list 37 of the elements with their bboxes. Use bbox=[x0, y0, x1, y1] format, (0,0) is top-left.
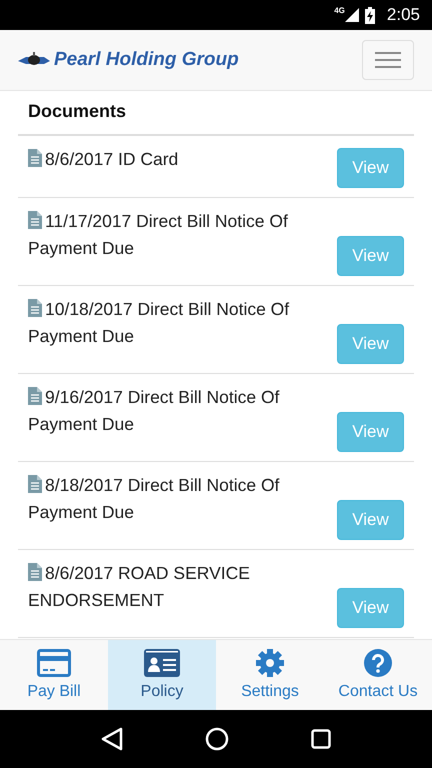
section-title: Documents bbox=[18, 91, 414, 136]
document-icon bbox=[28, 211, 42, 229]
menu-button[interactable] bbox=[362, 40, 414, 80]
brand-name: Pearl Holding Group bbox=[54, 49, 239, 71]
logo-icon bbox=[18, 52, 50, 68]
view-button[interactable]: View bbox=[337, 324, 404, 364]
tab[interactable]: Policy bbox=[108, 640, 216, 710]
signal-icon bbox=[344, 8, 359, 22]
document-icon bbox=[28, 299, 42, 317]
document-icon bbox=[28, 475, 42, 493]
document-title: 10/18/2017 Direct Bill Notice Of Payment Due bbox=[28, 298, 290, 348]
settings-icon bbox=[256, 649, 284, 677]
clock-time: 2:05 bbox=[386, 5, 420, 25]
document-title: 8/6/2017 ID Card bbox=[28, 146, 333, 188]
home-icon[interactable] bbox=[205, 727, 229, 751]
battery-icon bbox=[364, 6, 375, 24]
document-icon bbox=[28, 149, 42, 167]
document-title: 8/6/2017 ROAD SERVICE ENDORSEMENT bbox=[28, 562, 251, 612]
help-icon bbox=[364, 649, 392, 677]
document-title: 9/16/2017 Direct Bill Notice Of Payment Due bbox=[28, 386, 280, 436]
document-icon bbox=[28, 563, 42, 581]
tab[interactable]: Settings bbox=[216, 640, 324, 710]
tab[interactable]: Pay Bill bbox=[0, 640, 108, 710]
network-type: 4G bbox=[334, 6, 345, 15]
document-title: 8/18/2017 Direct Bill Notice Of Payment Due bbox=[28, 474, 280, 524]
document-title: 11/17/2017 Direct Bill Notice Of Payment Due bbox=[28, 210, 289, 260]
document-icon bbox=[28, 387, 42, 405]
view-button[interactable]: View bbox=[337, 588, 404, 628]
view-button[interactable]: View bbox=[337, 148, 404, 188]
tab[interactable]: Contact Us bbox=[324, 640, 432, 710]
view-button[interactable]: View bbox=[337, 412, 404, 452]
recents-icon[interactable] bbox=[311, 729, 331, 749]
view-button[interactable]: View bbox=[337, 236, 404, 276]
view-button[interactable]: View bbox=[337, 500, 404, 540]
back-icon[interactable] bbox=[101, 727, 123, 751]
id-card-icon bbox=[144, 649, 180, 677]
credit-card-icon bbox=[37, 649, 71, 677]
